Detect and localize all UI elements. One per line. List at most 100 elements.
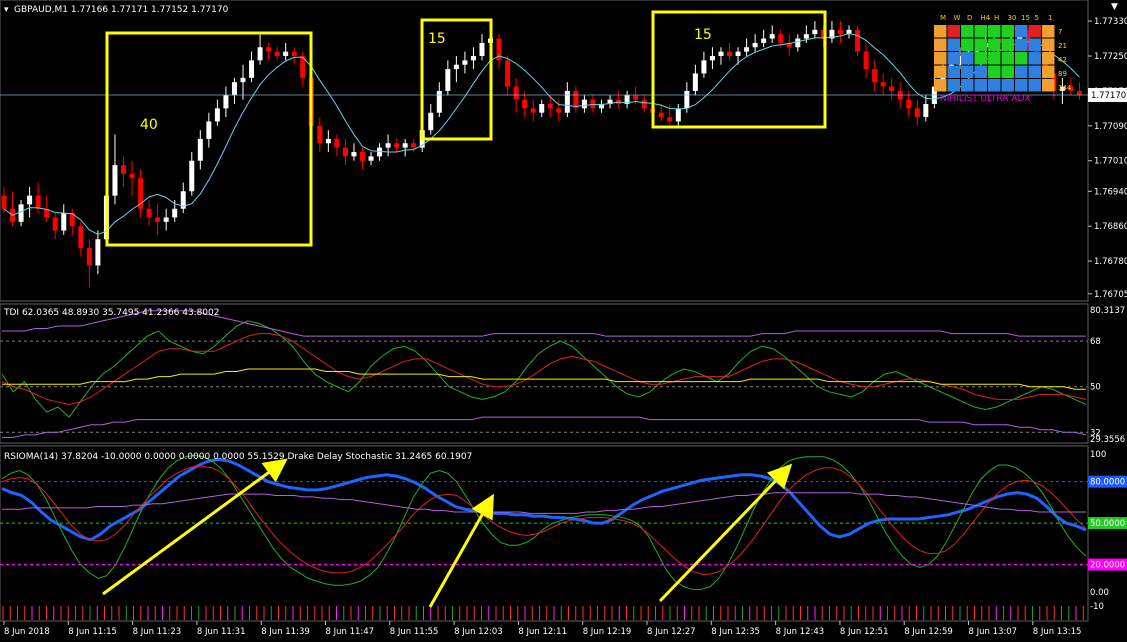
dashboard-cell bbox=[974, 79, 987, 92]
candle-body bbox=[189, 160, 195, 192]
candle-body bbox=[231, 82, 237, 96]
candle-body bbox=[197, 138, 203, 161]
tdi-panel[interactable]: TDI 62.0365 48.8930 35.7495 41.2366 43.8… bbox=[0, 303, 1089, 444]
dashboard-cell bbox=[934, 52, 947, 65]
price-tick-label: 1.77010 bbox=[1094, 157, 1127, 167]
tdi-axis-label: 29.3556 bbox=[1090, 435, 1125, 445]
dashboard-cell bbox=[1001, 52, 1014, 65]
candle-body bbox=[906, 99, 912, 109]
candle-body bbox=[462, 60, 468, 65]
candle-body bbox=[61, 213, 67, 231]
dashboard-cell bbox=[988, 65, 1001, 78]
rsioma-panel-frame bbox=[0, 445, 1089, 622]
price-axis: 1.77330 1.77250 1.77170 1.77090 1.77010 1.769… bbox=[1088, 17, 1127, 300]
candle-body bbox=[274, 51, 280, 56]
candle-body bbox=[701, 60, 707, 74]
candle-body bbox=[411, 143, 417, 148]
time-tick-label: 8 Jun 12:35 bbox=[711, 627, 760, 637]
candle-body bbox=[812, 29, 818, 35]
tdi-axis-label: 50 bbox=[1090, 383, 1101, 393]
candle-body bbox=[214, 108, 220, 122]
candle-body bbox=[744, 47, 750, 52]
dashboard-cell bbox=[961, 65, 974, 78]
candle-body bbox=[692, 73, 698, 91]
candle-body bbox=[112, 165, 118, 196]
scroll-arrow-icon[interactable]: ▼ bbox=[1111, 2, 1118, 12]
candle-body bbox=[769, 34, 775, 39]
dashboard-cell bbox=[988, 52, 1001, 65]
candle-body bbox=[445, 69, 451, 91]
candle-body bbox=[146, 208, 152, 218]
nihilist-dashboard: M W D H4 H 30 15 5 17 21 42 89 144 bbox=[934, 14, 1072, 92]
time-tick-label: 8 Jun 2018 bbox=[4, 627, 50, 637]
time-tick-label: 8 Jun 13:15 bbox=[1033, 627, 1082, 637]
rsioma-panel[interactable]: RSIOMA(14) 37.8204 -10.0000 0.0000 0.000… bbox=[0, 445, 1089, 622]
rsioma-header: RSIOMA(14) 37.8204 -10.0000 0.0000 0.000… bbox=[4, 452, 472, 462]
candle-body bbox=[266, 47, 272, 52]
chart-canvas[interactable]: 40 15 15 M W D H4 H 30 15 5 17 21 42 89 144 NIHILIST… bbox=[0, 0, 1127, 642]
candle-body bbox=[291, 51, 297, 56]
rsioma-axis-label: -10 bbox=[1090, 602, 1104, 612]
dashboard-cell bbox=[1001, 79, 1014, 92]
symbol-header: GBPAUD,M1 1.77166 1.77171 1.77152 1.7717… bbox=[14, 5, 229, 15]
tdi-panel-frame bbox=[0, 303, 1089, 444]
dashboard-cell bbox=[1015, 38, 1028, 51]
candle-body bbox=[86, 248, 92, 266]
dashboard-cell bbox=[974, 25, 987, 38]
dashboard-period-label: 7 bbox=[1058, 28, 1062, 36]
dashboard-cell bbox=[934, 38, 947, 51]
candle-body bbox=[155, 217, 161, 222]
candle-body bbox=[709, 56, 715, 61]
dashboard-cell bbox=[947, 52, 960, 65]
dashboard-period-label: 89 bbox=[1058, 70, 1067, 78]
time-tick-label: 8 Jun 11:31 bbox=[197, 627, 246, 637]
candle-body bbox=[633, 95, 639, 100]
dashboard-cell bbox=[1042, 38, 1055, 51]
candle-body bbox=[257, 47, 263, 61]
candle-body bbox=[436, 90, 442, 113]
dashboard-title: NIHILIST ULTRA ADX bbox=[940, 94, 1031, 104]
time-axis: 8 Jun 2018 8 Jun 11:15 8 Jun 11:23 8 Jun 11… bbox=[3, 621, 1082, 637]
time-tick-label: 8 Jun 12:03 bbox=[454, 627, 503, 637]
price-tick-label: 1.77090 bbox=[1094, 122, 1127, 132]
price-tick-label: 1.77330 bbox=[1094, 17, 1127, 27]
candle-body bbox=[727, 51, 733, 56]
candle-body bbox=[394, 143, 400, 148]
price-tick-label: 1.76780 bbox=[1094, 257, 1127, 267]
candle-body bbox=[35, 195, 41, 209]
chart-corner-glyph[interactable]: ▾ bbox=[4, 5, 9, 15]
dashboard-cell bbox=[1015, 52, 1028, 65]
candle-body bbox=[470, 56, 476, 61]
candle-body bbox=[923, 104, 929, 118]
candle-body bbox=[479, 42, 485, 56]
candle-body bbox=[863, 51, 869, 70]
dashboard-cell bbox=[961, 25, 974, 38]
dashboard-timeframe-label: D bbox=[967, 14, 972, 22]
tdi-axis: 80.313768503229.3556 bbox=[1090, 306, 1125, 445]
candle-body bbox=[641, 99, 647, 109]
dashboard-cell bbox=[961, 38, 974, 51]
candle-body bbox=[172, 208, 178, 218]
time-tick-label: 8 Jun 12:59 bbox=[904, 627, 953, 637]
candle-body bbox=[547, 104, 553, 109]
candle-body bbox=[837, 29, 843, 35]
candle-body bbox=[1, 195, 7, 209]
candle-body bbox=[803, 34, 809, 39]
candle-body bbox=[78, 226, 84, 248]
highlight-box-3-label: 15 bbox=[694, 27, 712, 43]
price-panel[interactable]: 40 15 15 M W D H4 H 30 15 5 17 21 42 89 144 NIHILIST… bbox=[0, 0, 1118, 302]
rsioma-level-badge-label: 80.0000 bbox=[1090, 478, 1125, 488]
dashboard-timeframe-label: 30 bbox=[1008, 14, 1017, 22]
candle-body bbox=[735, 51, 741, 56]
candle-body bbox=[564, 90, 570, 113]
dashboard-timeframe-label: H4 bbox=[981, 14, 991, 22]
candle-body bbox=[872, 69, 878, 83]
dashboard-cell bbox=[988, 38, 1001, 51]
candle-body bbox=[761, 38, 767, 43]
dashboard-period-label: 42 bbox=[1058, 56, 1067, 64]
price-tick-label: 1.77250 bbox=[1094, 52, 1127, 62]
candle-body bbox=[95, 239, 101, 266]
dashboard-timeframe-label: H bbox=[994, 14, 999, 22]
highlight-box-2-label: 15 bbox=[428, 31, 446, 47]
candle-body bbox=[539, 104, 545, 113]
